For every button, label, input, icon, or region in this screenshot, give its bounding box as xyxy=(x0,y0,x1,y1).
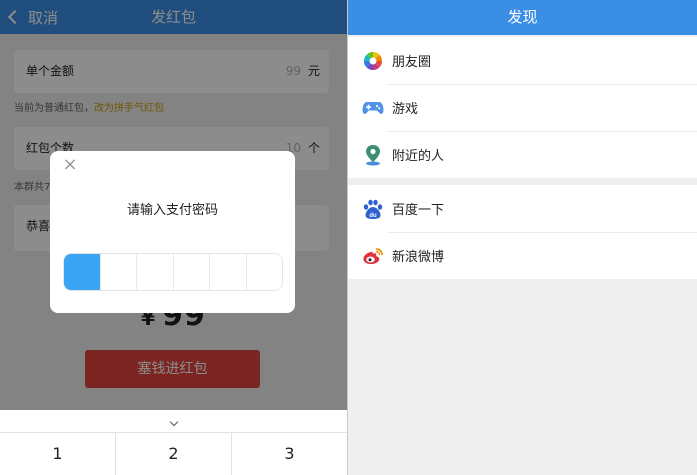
pin-cell[interactable] xyxy=(64,254,101,290)
keypad-row: 1 2 3 xyxy=(0,432,347,475)
pin-cell[interactable] xyxy=(247,254,283,290)
pin-input[interactable] xyxy=(63,253,283,291)
pin-cell[interactable] xyxy=(174,254,210,290)
key-3[interactable]: 3 xyxy=(232,433,347,475)
svg-text:du: du xyxy=(369,213,377,219)
list-item-label: 百度一下 xyxy=(392,203,445,218)
discover-group-2: du 百度一下 新浪微博 xyxy=(348,185,697,279)
list-item-label: 新浪微博 xyxy=(392,250,445,265)
location-pin-icon xyxy=(362,144,384,166)
list-item-label: 朋友圈 xyxy=(392,55,432,70)
numeric-keypad: 1 2 3 xyxy=(0,410,347,475)
chevron-down-icon xyxy=(169,417,178,427)
dialog-title: 请输入支付密码 xyxy=(126,203,218,218)
list-item-nearby[interactable]: 附近的人 xyxy=(348,131,697,178)
list-item-weibo[interactable]: 新浪微博 xyxy=(348,232,697,279)
payment-password-dialog: × 请输入支付密码 xyxy=(50,151,295,313)
hide-keypad-button[interactable] xyxy=(0,410,347,432)
list-item-baidu[interactable]: du 百度一下 xyxy=(348,185,697,232)
close-icon[interactable]: × xyxy=(62,155,78,175)
discover-screen: 发现 朋友圈 游戏 附近的人 du 百度一下 新浪微博 xyxy=(348,0,697,475)
list-item-moments[interactable]: 朋友圈 xyxy=(348,37,697,84)
key-2[interactable]: 2 xyxy=(116,433,232,475)
list-item-label: 附近的人 xyxy=(392,149,445,164)
pin-cell[interactable] xyxy=(101,254,137,290)
list-item-label: 游戏 xyxy=(392,102,419,117)
list-item-games[interactable]: 游戏 xyxy=(348,84,697,131)
discover-group-1: 朋友圈 游戏 附近的人 xyxy=(348,37,697,178)
key-1[interactable]: 1 xyxy=(0,433,116,475)
baidu-icon: du xyxy=(362,198,384,220)
moments-icon xyxy=(362,50,384,72)
pin-cell[interactable] xyxy=(210,254,247,290)
pin-cell[interactable] xyxy=(137,254,174,290)
weibo-icon xyxy=(362,245,384,267)
gamepad-icon xyxy=(362,97,384,119)
send-red-packet-screen: 取消 发红包 单个金额 99 元 当前为普通红包，改为拼手气红包 红包个数 10… xyxy=(0,0,347,475)
discover-title: 发现 xyxy=(348,0,697,35)
